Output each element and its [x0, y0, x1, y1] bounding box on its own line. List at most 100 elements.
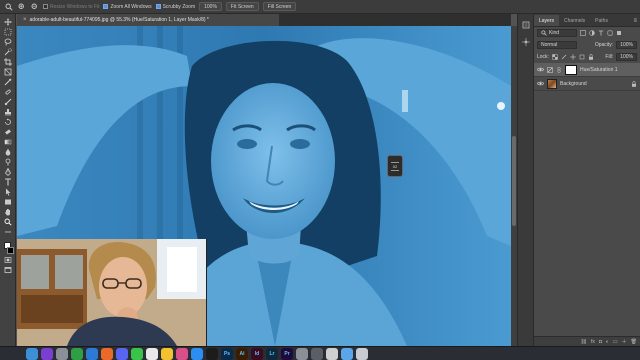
fit-screen-button[interactable]: Fit Screen — [225, 2, 259, 11]
healing-brush-tool-icon[interactable] — [3, 88, 13, 96]
safari-icon[interactable] — [86, 347, 98, 360]
blur-tool-icon[interactable] — [3, 148, 13, 156]
eye-icon[interactable] — [537, 66, 544, 73]
photos-icon[interactable] — [176, 347, 188, 360]
screenshot-icon[interactable] — [311, 347, 323, 360]
floating-adjustment-widget[interactable]: 02 — [387, 155, 403, 177]
filter-shape-icon[interactable] — [607, 30, 613, 36]
link-layers-icon[interactable]: ⛓ — [581, 339, 587, 345]
lock-artboard-icon[interactable] — [579, 54, 585, 60]
photoshop-icon[interactable]: Ps — [221, 347, 233, 360]
scrubby-zoom-checkbox[interactable]: Scrubby Zoom — [155, 3, 196, 10]
tab-paths[interactable]: Paths — [590, 15, 613, 26]
link-icon[interactable] — [556, 66, 562, 73]
background-layer-thumbnail[interactable] — [547, 78, 557, 89]
fill-input[interactable]: 100% — [616, 53, 637, 61]
add-mask-icon[interactable]: ◘ — [599, 339, 602, 345]
zoom-out-icon[interactable] — [30, 2, 39, 11]
preview-icon[interactable] — [326, 347, 338, 360]
lock-transparent-icon[interactable] — [552, 54, 558, 60]
lasso-tool-icon[interactable] — [3, 38, 13, 46]
tab-channels[interactable]: Channels — [559, 15, 590, 26]
notes-icon[interactable] — [161, 347, 173, 360]
indesign-icon[interactable]: Id — [251, 347, 263, 360]
filter-adjustment-icon[interactable] — [589, 30, 595, 36]
adjustments-panel-icon[interactable] — [521, 37, 530, 46]
filter-kind-select[interactable]: Kind — [537, 29, 577, 37]
firefox-icon[interactable] — [101, 347, 113, 360]
fill-screen-button[interactable]: Fill Screen — [262, 2, 297, 11]
eraser-tool-icon[interactable] — [3, 128, 13, 136]
type-tool-icon[interactable] — [3, 178, 13, 186]
system-preferences-icon[interactable] — [296, 347, 308, 360]
crop-tool-icon[interactable] — [3, 58, 13, 66]
blend-mode-select[interactable]: Normal — [537, 41, 577, 49]
resize-windows-checkbox[interactable]: Resize Windows to Fit — [43, 4, 99, 10]
chrome-icon[interactable] — [71, 347, 83, 360]
brush-tool-icon[interactable] — [3, 98, 13, 106]
scrubby-zoom-label: Scrubby Zoom — [162, 3, 196, 10]
finder-icon[interactable] — [26, 347, 38, 360]
panel-menu-icon[interactable]: ≡ — [633, 15, 640, 26]
more-tools-icon[interactable] — [3, 228, 13, 236]
scrollbar-thumb[interactable] — [512, 136, 516, 226]
dodge-tool-icon[interactable] — [3, 158, 13, 166]
illustrator-icon[interactable]: Ai — [236, 347, 248, 360]
frame-tool-icon[interactable] — [3, 68, 13, 76]
layer-mask-thumbnail[interactable] — [565, 64, 577, 75]
quick-mask-icon[interactable] — [3, 256, 13, 264]
close-tab-icon[interactable]: × — [23, 17, 27, 23]
launchpad-icon[interactable] — [56, 347, 68, 360]
document-tab[interactable]: × adorable-adult-beautiful-774095.jpg @ … — [17, 14, 279, 26]
new-group-icon[interactable]: ▭ — [613, 339, 618, 345]
layer-row-hue-saturation[interactable]: Hue/Saturation 1 — [534, 63, 640, 77]
pen-tool-icon[interactable] — [3, 168, 13, 176]
discord-icon[interactable] — [116, 347, 128, 360]
filter-pixel-icon[interactable] — [580, 30, 586, 36]
layer-row-background[interactable]: Background — [534, 77, 640, 91]
messages-icon[interactable] — [131, 347, 143, 360]
premiere-icon[interactable]: Pr — [281, 347, 293, 360]
new-adjustment-icon[interactable]: ◐ — [606, 339, 609, 345]
eyedropper-tool-icon[interactable] — [3, 78, 13, 86]
tab-layers[interactable]: Layers — [534, 15, 560, 26]
zoom-all-windows-checkbox[interactable]: Zoom All Windows — [103, 4, 152, 10]
resize-windows-check[interactable] — [43, 4, 48, 9]
delete-layer-icon[interactable]: 🗑 — [631, 339, 637, 345]
clone-stamp-tool-icon[interactable] — [3, 108, 13, 116]
siri-icon[interactable] — [41, 347, 53, 360]
quick-selection-tool-icon[interactable] — [3, 48, 13, 56]
history-panel-icon[interactable] — [521, 20, 530, 29]
history-brush-tool-icon[interactable] — [3, 118, 13, 126]
screen-mode-icon[interactable] — [3, 266, 13, 274]
zoom-tool-icon[interactable] — [4, 2, 13, 11]
search-icon — [541, 30, 547, 36]
new-layer-icon[interactable]: ＋ — [622, 338, 627, 345]
gradient-tool-icon[interactable] — [3, 138, 13, 146]
marquee-tool-icon[interactable] — [3, 28, 13, 36]
filter-type-icon[interactable] — [598, 30, 604, 36]
background-color-swatch[interactable] — [6, 247, 14, 254]
calendar-icon[interactable] — [146, 347, 158, 360]
lightroom-icon[interactable]: Lr — [266, 347, 278, 360]
lock-all-icon[interactable] — [588, 54, 594, 60]
move-tool-icon[interactable] — [3, 18, 13, 26]
eye-icon[interactable] — [537, 80, 544, 87]
zoom-100-button[interactable]: 100% — [199, 2, 222, 11]
filter-smart-object-icon[interactable] — [616, 30, 622, 36]
path-selection-tool-icon[interactable] — [3, 188, 13, 196]
zoom-tool-panel-icon[interactable] — [3, 218, 13, 226]
opacity-input[interactable]: 100% — [616, 41, 637, 49]
hand-tool-icon[interactable] — [3, 208, 13, 216]
terminal-icon[interactable] — [206, 347, 218, 360]
app-store-icon[interactable] — [191, 347, 203, 360]
scrubby-zoom-check[interactable] — [155, 4, 161, 9]
trash-icon[interactable] — [356, 347, 368, 360]
rectangle-tool-icon[interactable] — [3, 198, 13, 206]
lock-pixels-icon[interactable] — [561, 54, 567, 60]
folder-icon[interactable] — [341, 347, 353, 360]
lock-position-icon[interactable] — [570, 54, 576, 60]
zoom-all-windows-check[interactable] — [103, 4, 109, 9]
zoom-in-icon[interactable] — [17, 2, 26, 11]
layer-style-icon[interactable]: fx — [591, 339, 595, 345]
